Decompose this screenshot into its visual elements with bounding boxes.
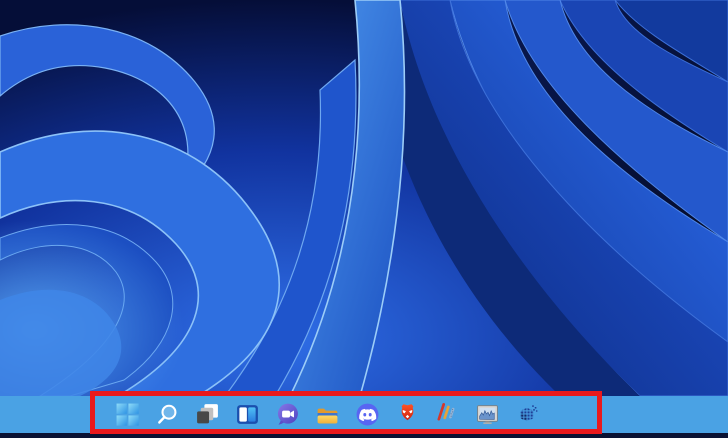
brave-button[interactable]	[393, 400, 421, 430]
pixel-cube-app-button[interactable]	[513, 400, 541, 430]
task-view-button[interactable]	[193, 400, 221, 430]
start-button[interactable]	[113, 400, 141, 430]
task-view-icon	[196, 404, 218, 424]
brave-lion-icon	[401, 404, 413, 421]
pixel-cube-icon	[519, 405, 537, 422]
video-camera-bubble-icon	[277, 403, 298, 425]
taskbar	[0, 396, 728, 433]
search-button[interactable]	[153, 400, 181, 430]
search-icon	[157, 404, 176, 424]
performance-monitor-button[interactable]	[473, 400, 501, 430]
performance-chart-icon	[476, 405, 498, 424]
screenshot-bottom-border	[0, 433, 728, 438]
widgets-button[interactable]	[233, 400, 261, 430]
folder-icon	[317, 408, 337, 424]
windows-start-icon	[116, 403, 139, 426]
desktop-screen	[0, 0, 728, 438]
video-chat-button[interactable]	[273, 400, 301, 430]
file-explorer-button[interactable]	[313, 400, 341, 430]
colored-pens-app-button[interactable]	[433, 400, 461, 430]
discord-icon	[356, 403, 378, 426]
colored-pens-icon	[436, 403, 454, 421]
widgets-icon	[236, 405, 258, 424]
discord-button[interactable]	[353, 400, 381, 430]
desktop-wallpaper	[0, 0, 728, 396]
taskbar-pinned-icons	[113, 396, 541, 433]
